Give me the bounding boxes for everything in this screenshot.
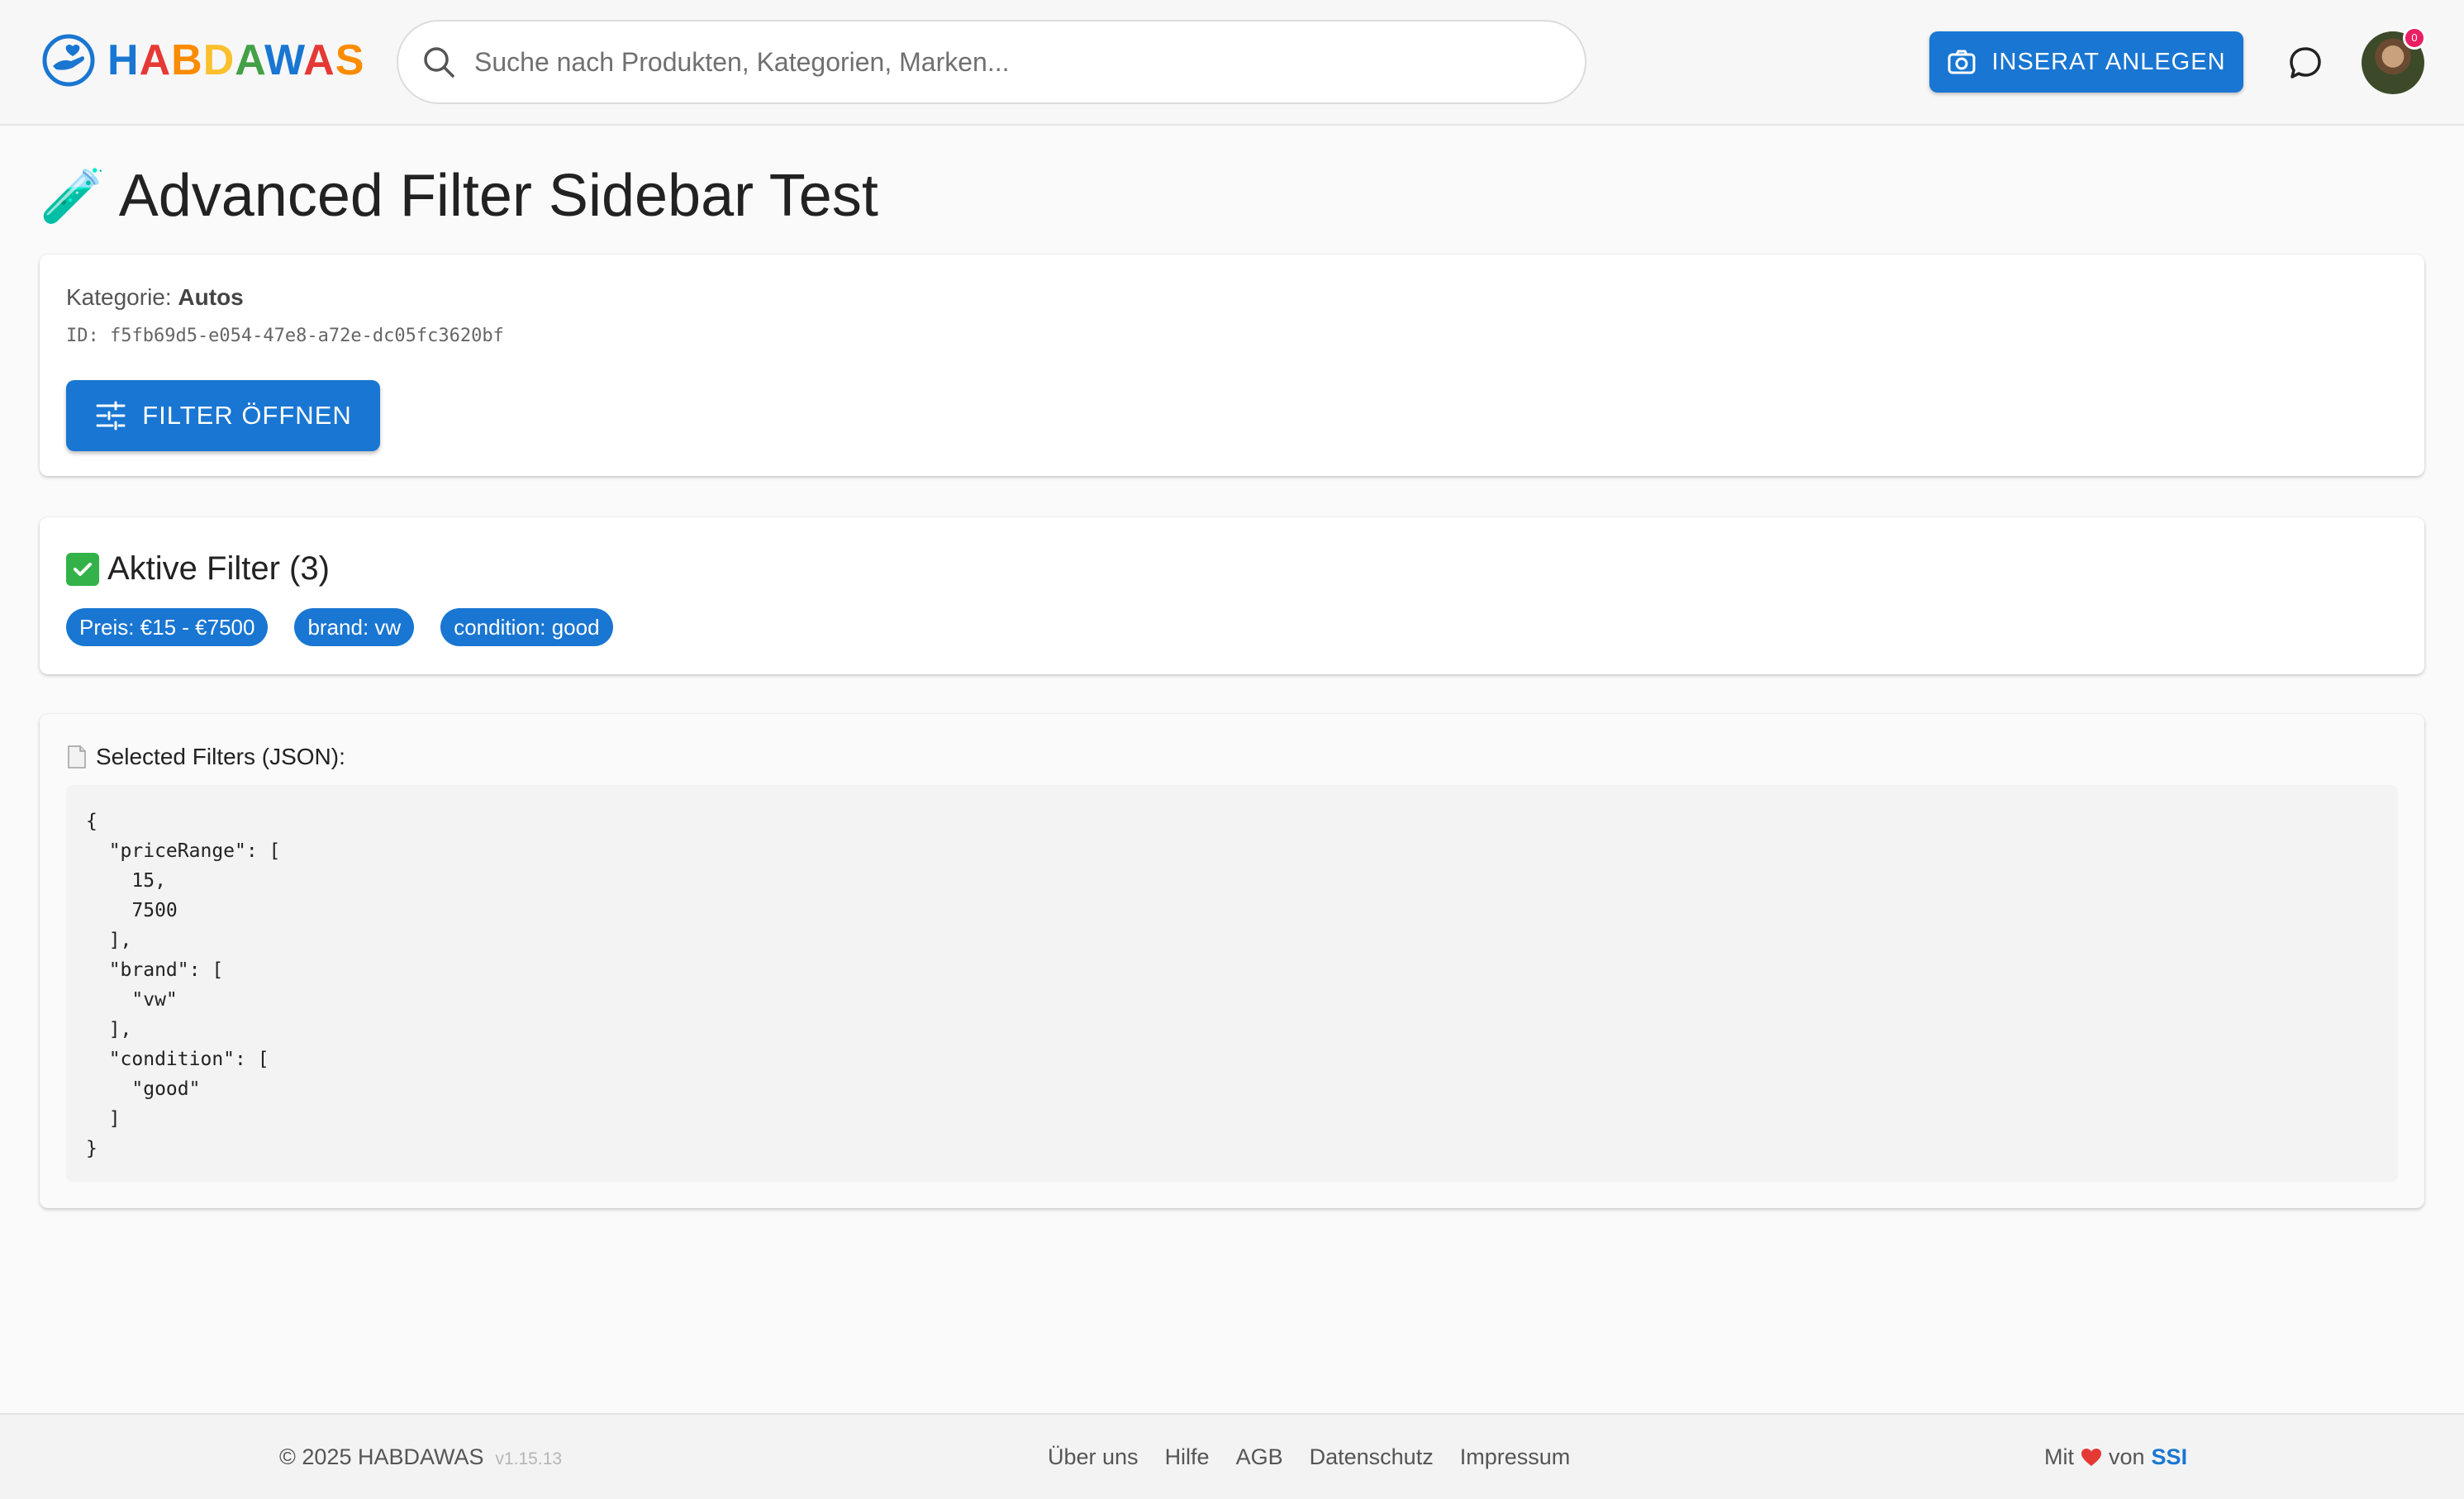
document-icon [68,745,86,769]
search-bar[interactable] [397,20,1586,104]
footer: © 2025 HABDAWAS v1.15.13 Über uns Hilfe A… [0,1413,2464,1499]
footer-link-privacy[interactable]: Datenschutz [1310,1444,1434,1470]
footer-copyright: © 2025 HABDAWAS v1.15.13 [279,1444,562,1470]
footer-link-help[interactable]: Hilfe [1165,1444,1210,1470]
page-title: 🧪 Advanced Filter Sidebar Test [40,162,878,230]
logo-letter: H [107,36,140,84]
footer-link-terms[interactable]: AGB [1236,1444,1283,1470]
category-prefix: Kategorie: [66,284,178,310]
open-filter-label: FILTER ÖFFNEN [142,401,352,430]
logo-letter: W [264,36,304,84]
create-listing-label: INSERAT ANLEGEN [1991,48,2226,75]
hand-heart-icon [42,34,95,87]
filter-chips: Preis: €15 - €7500 brand: vw condition: … [66,608,613,646]
made-with-von: von [2109,1444,2145,1469]
logo-text: HABDAWAS [107,33,364,88]
create-listing-button[interactable]: INSERAT ANLEGEN [1929,31,2243,93]
tune-sliders-icon [96,401,126,431]
version-label: v1.15.13 [495,1449,563,1468]
chat-bubble-icon[interactable] [2287,45,2324,81]
copyright-text: © 2025 HABDAWAS [279,1444,484,1469]
filter-chip-price[interactable]: Preis: €15 - €7500 [66,608,269,646]
logo-letter: A [139,36,172,84]
footer-link-about[interactable]: Über uns [1048,1444,1139,1470]
footer-link-imprint[interactable]: Impressum [1460,1444,1571,1470]
footer-links: Über uns Hilfe AGB Datenschutz Impressum [1048,1444,1570,1470]
active-filters-title-text: Aktive Filter (3) [107,550,330,587]
logo-letter: D [202,36,235,84]
page-title-text: Advanced Filter Sidebar Test [118,163,878,229]
open-filter-button[interactable]: FILTER ÖFFNEN [66,380,380,451]
logo[interactable]: HABDAWAS [41,33,364,88]
selected-filters-json-card: Selected Filters (JSON): { "priceRange":… [40,714,2424,1208]
top-app-bar: HABDAWAS INSERAT ANLEGEN 0 [0,0,2464,126]
json-card-title-text: Selected Filters (JSON): [96,744,345,769]
search-icon [424,47,454,78]
filter-chip-brand[interactable]: brand: vw [294,608,415,646]
json-card-title: Selected Filters (JSON): [66,744,345,770]
made-with-brand-link[interactable]: SSI [2152,1444,2188,1470]
active-filters-card: Aktive Filter (3) Preis: €15 - €7500 bra… [40,517,2424,674]
json-code-block: { "priceRange": [ 15, 7500 ], "brand": [… [66,785,2398,1182]
category-line: Kategorie: Autos [66,284,244,311]
made-with: Mit von SSI [2044,1444,2187,1470]
json-code-text: { "priceRange": [ 15, 7500 ], "brand": [… [86,811,281,1159]
active-filters-title: Aktive Filter (3) [66,550,330,588]
search-input[interactable] [473,45,1547,79]
filter-chip-condition[interactable]: condition: good [440,608,613,646]
notification-badge: 0 [2403,26,2426,50]
category-card: Kategorie: Autos ID: f5fb69d5-e054-47e8-… [40,255,2424,476]
test-tube-icon: 🧪 [40,165,106,226]
heart-icon [2081,1448,2101,1466]
camera-icon [1948,50,1976,74]
category-value: Autos [178,284,244,310]
made-with-prefix: Mit [2044,1444,2074,1469]
category-id: ID: f5fb69d5-e054-47e8-a72e-dc05fc3620bf [66,326,504,346]
logo-letter: A [303,36,335,84]
logo-letter: B [171,36,203,84]
logo-letter: S [335,36,365,84]
check-box-icon [66,552,99,586]
logo-letter: A [235,36,264,84]
